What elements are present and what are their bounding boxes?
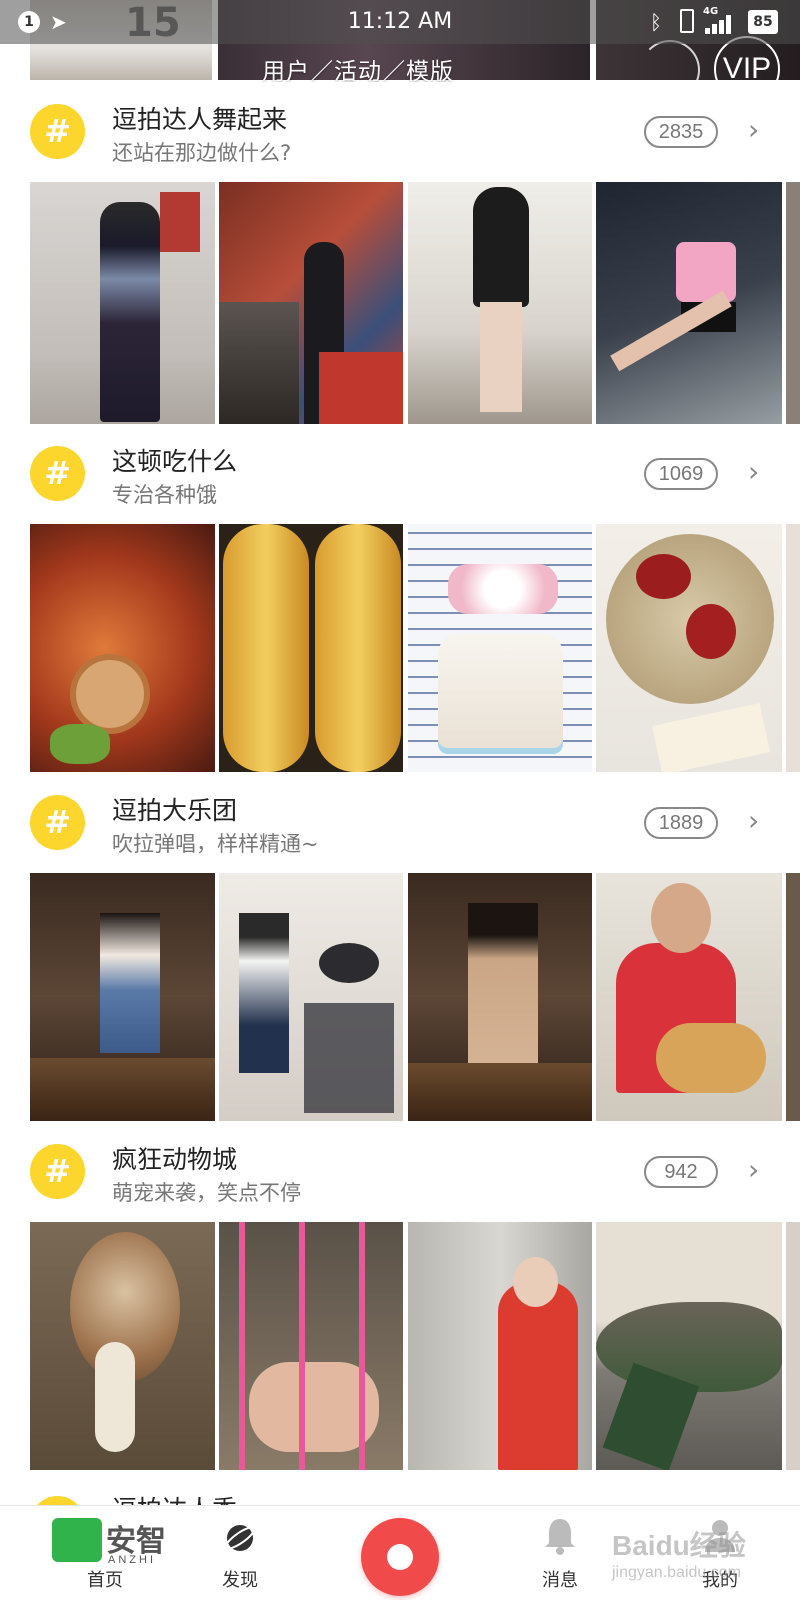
topic-count: 2835 — [644, 116, 718, 148]
nav-discover-label: 发现 — [222, 1570, 258, 1591]
shopping-bag-icon — [52, 1518, 102, 1562]
topic-title: 逗拍大乐团 — [112, 796, 238, 825]
topic-subtitle: 还站在那边做什么? — [112, 141, 292, 165]
topic-count: 1889 — [644, 807, 718, 839]
thumbnail-row — [0, 182, 800, 430]
hashtag-icon: # — [30, 446, 85, 501]
planet-icon — [224, 1525, 256, 1551]
chevron-right-icon[interactable]: › — [748, 113, 759, 146]
chevron-right-icon[interactable]: › — [748, 1153, 759, 1186]
video-thumbnail[interactable] — [408, 182, 592, 430]
hashtag-icon: # — [30, 795, 85, 850]
topic-count: 1069 — [644, 458, 718, 490]
status-bar: 1 ➤ 11:12 AM ᛒ 4G 85 — [0, 0, 800, 44]
video-thumbnail[interactable] — [219, 1222, 403, 1470]
topic-header[interactable]: # 疯狂动物城 萌宠来袭，笑点不停 942 › — [0, 1122, 800, 1222]
video-thumbnail[interactable] — [786, 182, 800, 430]
bottom-navigation: 首页 发现 消息 我的 安智 ANZHI Baidu经验 jingyan.bai… — [0, 1505, 800, 1600]
top-tabs-text[interactable]: 用户／活动／模版 — [262, 52, 454, 82]
video-thumbnail[interactable] — [786, 873, 800, 1121]
topic-section-peek: 逗拍达人秀 — [0, 1476, 800, 1506]
video-thumbnail[interactable] — [596, 1222, 782, 1470]
topic-header[interactable]: # 逗拍达人舞起来 还站在那边做什么? 2835 › — [0, 82, 800, 182]
video-thumbnail[interactable] — [596, 182, 782, 430]
anzhi-logo: 安智 ANZHI — [52, 1514, 182, 1576]
topic-section-food: # 这顿吃什么 专治各种饿 1069 › — [0, 424, 800, 772]
watermark: Baidu经验 — [612, 1530, 746, 1561]
vibrate-icon — [680, 9, 694, 33]
signal-icon — [705, 14, 735, 34]
topic-section-music: # 逗拍大乐团 吹拉弹唱，样样精通~ 1889 › — [0, 773, 800, 1121]
topic-subtitle: 萌宠来袭，笑点不停 — [112, 1181, 301, 1205]
topic-header[interactable]: # 这顿吃什么 专治各种饿 1069 › — [0, 424, 800, 524]
battery-level: 85 — [748, 10, 778, 34]
nav-discover[interactable]: 发现 — [200, 1506, 280, 1600]
thumbnail-row — [0, 524, 800, 772]
hashtag-icon: # — [30, 1144, 85, 1199]
topic-subtitle: 吹拉弹唱，样样精通~ — [112, 832, 319, 856]
bluetooth-icon: ᛒ — [650, 10, 662, 34]
topic-title: 这顿吃什么 — [112, 447, 238, 476]
video-thumbnail[interactable] — [219, 524, 403, 772]
bell-icon — [545, 1519, 575, 1555]
video-thumbnail[interactable] — [596, 873, 782, 1121]
topic-subtitle: 专治各种饿 — [112, 483, 217, 507]
video-thumbnail[interactable] — [596, 524, 782, 772]
video-thumbnail[interactable] — [786, 1222, 800, 1470]
video-thumbnail[interactable] — [408, 873, 592, 1121]
watermark-url: jingyan.baidu.com — [612, 1564, 741, 1581]
thumbnail-row — [0, 1222, 800, 1470]
topic-title: 逗拍达人秀 — [112, 1490, 237, 1506]
video-thumbnail[interactable] — [30, 524, 215, 772]
nav-messages-label: 消息 — [542, 1570, 578, 1591]
video-thumbnail[interactable] — [219, 873, 403, 1121]
video-thumbnail[interactable] — [30, 873, 215, 1121]
record-button[interactable] — [361, 1518, 439, 1596]
topic-count: 942 — [644, 1156, 718, 1188]
topic-title: 逗拍达人舞起来 — [112, 105, 288, 134]
logo-subtext: ANZHI — [108, 1554, 156, 1566]
chevron-right-icon[interactable]: › — [748, 455, 759, 488]
nav-messages[interactable]: 消息 — [520, 1506, 600, 1600]
topic-section-dance: # 逗拍达人舞起来 还站在那边做什么? 2835 › — [0, 82, 800, 430]
video-thumbnail[interactable] — [408, 1222, 592, 1470]
video-thumbnail[interactable] — [30, 182, 215, 430]
video-thumbnail[interactable] — [219, 182, 403, 430]
topic-section-animals: # 疯狂动物城 萌宠来袭，笑点不停 942 › — [0, 1122, 800, 1470]
hashtag-icon: # — [30, 104, 85, 159]
record-dot-icon — [387, 1544, 413, 1570]
video-thumbnail[interactable] — [408, 524, 592, 772]
topic-header[interactable]: # 逗拍大乐团 吹拉弹唱，样样精通~ 1889 › — [0, 773, 800, 873]
thumbnail-row — [0, 873, 800, 1121]
topic-title: 疯狂动物城 — [112, 1145, 238, 1174]
video-thumbnail[interactable] — [30, 1222, 215, 1470]
chevron-right-icon[interactable]: › — [748, 804, 759, 837]
video-thumbnail[interactable] — [786, 524, 800, 772]
app-screen: 15 用户／活动／模版 VIP 1 ➤ 11:12 AM ᛒ 4G 85 # 逗… — [0, 0, 800, 1600]
